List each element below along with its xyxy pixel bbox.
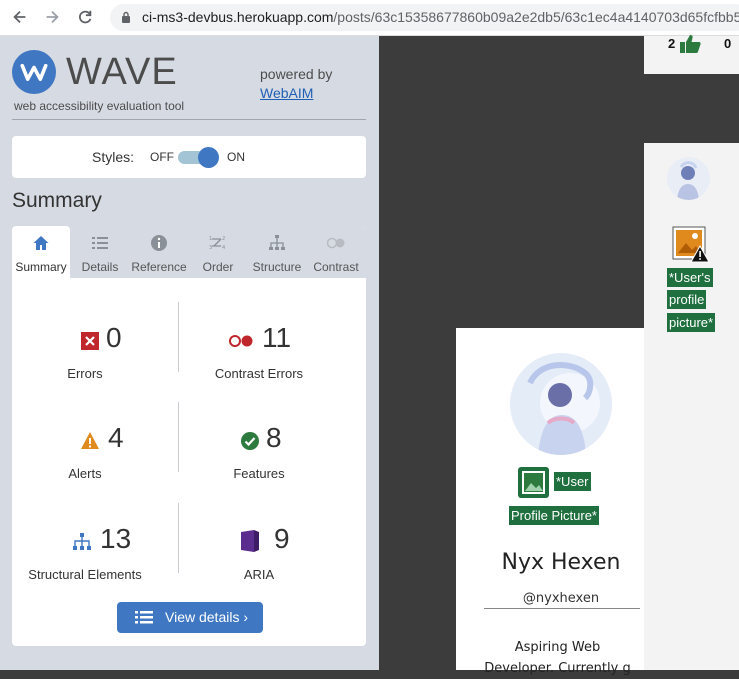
browser-toolbar: ci-ms3-devbus.herokuapp.com/posts/63c153… <box>0 0 739 36</box>
reload-icon[interactable] <box>73 6 97 28</box>
divider <box>12 119 366 120</box>
tab-reference[interactable]: Reference <box>130 226 188 278</box>
list-icon <box>92 237 108 249</box>
svg-text:2: 2 <box>222 236 225 242</box>
url-text: ci-ms3-devbus.herokuapp.com/posts/63c153… <box>142 9 739 25</box>
toggle-knob[interactable] <box>198 147 219 168</box>
wave-tagline: web accessibility evaluation tool <box>14 99 185 113</box>
structural-label: Structural Elements <box>28 567 142 582</box>
error-icon <box>81 332 99 350</box>
alt-text-label: *User's <box>667 268 713 287</box>
stat-features[interactable]: 8 Features <box>182 414 352 504</box>
aria-icon <box>241 530 259 552</box>
svg-text:1: 1 <box>209 236 212 242</box>
contrast-error-icon <box>229 335 253 347</box>
image-alert-icon[interactable] <box>672 226 710 264</box>
powered-by-text: powered by <box>260 66 333 82</box>
tab-order[interactable]: 1 2 3 4 Order <box>189 226 247 278</box>
profile-bio: Developer. Currently g <box>484 661 631 676</box>
features-count: 8 <box>266 422 282 453</box>
likes-count: 2 <box>668 36 676 51</box>
alt-text-label: picture* <box>667 313 716 332</box>
summary-panel: Summary Details Reference 1 2 3 4 Order Str… <box>12 226 366 646</box>
svg-text:4: 4 <box>222 245 225 251</box>
thumbs-up-icon[interactable] <box>679 34 701 54</box>
home-icon <box>33 236 49 250</box>
errors-label: Errors <box>67 366 103 381</box>
alerts-label: Alerts <box>68 466 102 481</box>
contrast-errors-count: 11 <box>262 322 292 353</box>
feature-check-icon <box>241 432 259 450</box>
summary-heading: Summary <box>12 189 102 212</box>
errors-count: 0 <box>106 322 122 353</box>
tab-label: Reference <box>131 260 187 274</box>
view-details-label: View details › <box>165 609 249 625</box>
tab-details[interactable]: Details <box>71 226 129 278</box>
stat-alerts[interactable]: 4 Alerts <box>12 414 182 504</box>
tab-bar: Summary Details Reference 1 2 3 4 Order Str… <box>12 226 366 278</box>
back-arrow-icon[interactable] <box>8 6 32 28</box>
styles-toggle-box: Styles: OFF ON <box>12 136 366 178</box>
image-feature-icon[interactable] <box>517 466 550 499</box>
structural-count: 13 <box>100 523 132 554</box>
wave-brand: WAVE <box>66 51 178 93</box>
divider <box>484 608 640 609</box>
contrast-icon <box>327 237 345 249</box>
styles-label: Styles: <box>92 149 135 165</box>
tab-label: Contrast <box>313 260 359 274</box>
info-icon <box>151 235 167 251</box>
view-details-button[interactable]: View details › <box>117 602 263 633</box>
wave-sidebar: WAVE web accessibility evaluation tool p… <box>0 36 379 670</box>
alt-text-label: profile <box>667 290 707 309</box>
order-icon: 1 2 3 4 <box>209 236 225 251</box>
styles-toggle-switch[interactable] <box>178 147 219 168</box>
structure-icon <box>73 533 91 550</box>
dislikes-count: 0 <box>724 36 732 51</box>
contrast-errors-label: Contrast Errors <box>214 366 304 381</box>
features-label: Features <box>233 466 285 481</box>
tab-structure[interactable]: Structure <box>248 226 306 278</box>
profile-name: Nyx Hexen <box>501 550 621 575</box>
alert-icon <box>81 432 99 449</box>
styles-off-label: OFF <box>150 150 174 164</box>
list-icon <box>135 611 153 624</box>
alt-text-label: Profile Picture* <box>509 506 599 525</box>
alerts-count: 4 <box>108 422 124 453</box>
tab-label: Details <box>81 260 119 274</box>
tab-label: Structure <box>252 260 302 274</box>
aria-label: ARIA <box>243 567 275 582</box>
forward-arrow-icon[interactable] <box>40 6 64 28</box>
aria-count: 9 <box>274 523 290 554</box>
lock-icon <box>122 11 130 23</box>
alt-text-label: *User <box>554 472 591 491</box>
profile-avatar[interactable] <box>510 353 612 455</box>
svg-text:3: 3 <box>209 245 212 251</box>
address-bar[interactable]: ci-ms3-devbus.herokuapp.com/posts/63c153… <box>110 4 739 31</box>
wave-logo-icon <box>12 50 56 94</box>
tab-summary[interactable]: Summary <box>12 226 70 278</box>
tab-label: Summary <box>15 260 67 274</box>
stat-structural-elements[interactable]: 13 Structural Elements <box>12 515 182 605</box>
tab-contrast[interactable]: Contrast <box>307 226 365 278</box>
webaim-link[interactable]: WebAIM <box>260 85 313 101</box>
stat-errors[interactable]: 0 Errors <box>12 314 182 404</box>
structure-icon <box>269 235 285 250</box>
user-avatar[interactable] <box>667 157 710 200</box>
stat-aria[interactable]: 9 ARIA <box>182 515 352 605</box>
stat-contrast-errors[interactable]: 11 Contrast Errors <box>182 314 352 404</box>
profile-bio: Aspiring Web <box>514 640 601 655</box>
tab-label: Order <box>202 260 234 274</box>
profile-handle: @nyxhexen <box>522 591 600 606</box>
styles-on-label: ON <box>227 150 245 164</box>
